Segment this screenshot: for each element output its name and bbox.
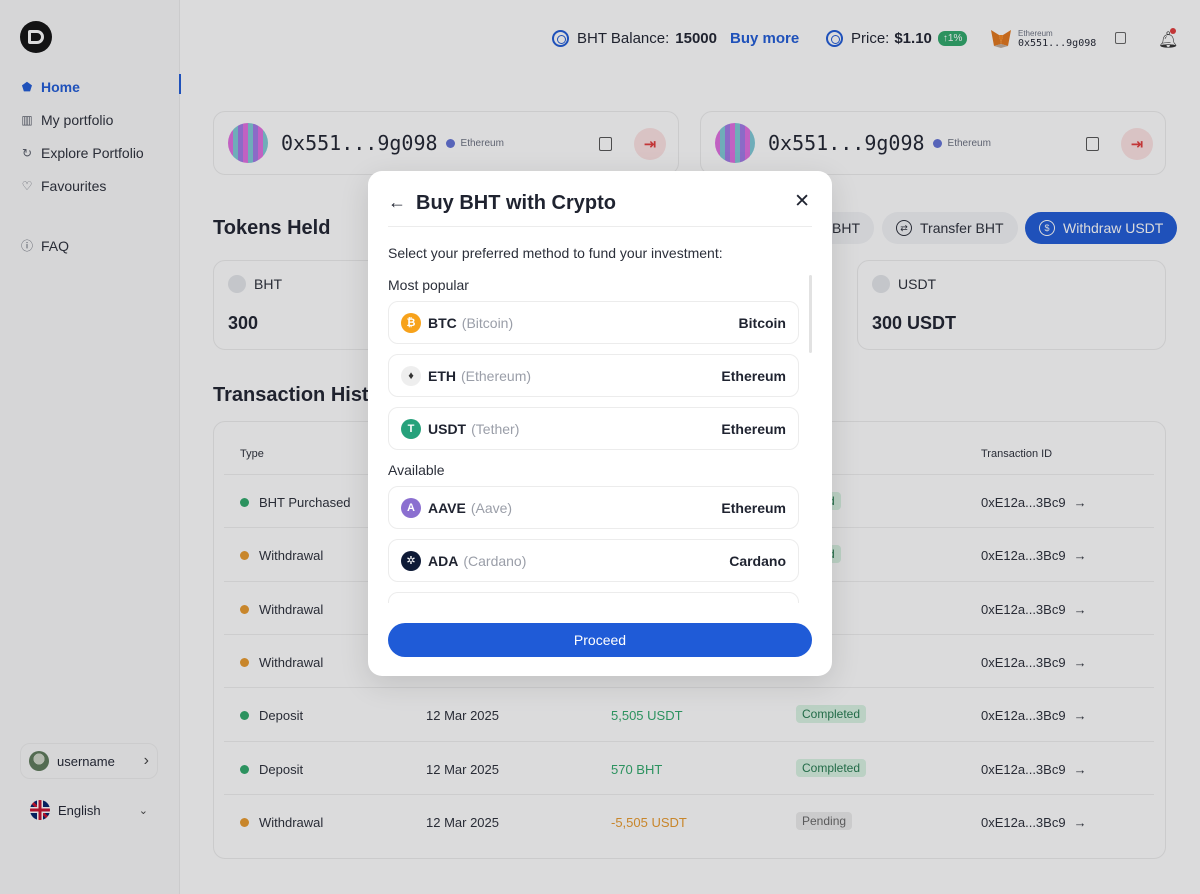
modal-header: ← Buy BHT with Crypto ✕ [388, 191, 812, 227]
coin-network: Ethereum [721, 420, 786, 437]
modal-title: Buy BHT with Crypto [416, 192, 616, 214]
coin-network: Bitcoin [738, 314, 786, 331]
coin-symbol: ETH [428, 367, 456, 384]
scrollbar[interactable] [809, 275, 812, 353]
back-arrow-icon[interactable]: ← [388, 191, 406, 213]
coin-symbol: USDT [428, 420, 467, 437]
coin-option-aave[interactable]: A AAVE (Aave) Ethereum [388, 486, 799, 529]
coin-name: (Cardano) [463, 552, 527, 569]
coin-network: Ethereum [721, 499, 786, 516]
proceed-button[interactable]: Proceed [388, 623, 812, 657]
aave-coin-icon: A [401, 497, 421, 518]
usdt-coin-icon: T [401, 418, 421, 439]
coin-network: Cardano [729, 552, 786, 569]
coin-option-btc[interactable]: ₿ BTC (Bitcoin) Bitcoin [388, 301, 799, 344]
coin-name: (Tether) [471, 420, 520, 437]
group-label-most-popular: Most popular [388, 277, 469, 293]
buy-bht-modal: ← Buy BHT with Crypto ✕ Select your pref… [368, 171, 832, 676]
coin-option-usdt[interactable]: T USDT (Tether) Ethereum [388, 407, 799, 450]
close-icon[interactable]: ✕ [794, 191, 810, 213]
coin-symbol: BTC [428, 314, 457, 331]
coin-name: (Bitcoin) [461, 314, 514, 331]
coin-option-eth[interactable]: ♦ ETH (Ethereum) Ethereum [388, 354, 799, 397]
group-label-available: Available [388, 462, 445, 478]
modal-subtitle: Select your preferred method to fund you… [388, 245, 723, 261]
ada-coin-icon: ✲ [401, 550, 421, 571]
coin-option-ada[interactable]: ✲ ADA (Cardano) Cardano [388, 539, 799, 582]
coin-symbol: AAVE [428, 499, 466, 516]
coin-name: (Aave) [470, 499, 513, 516]
eth-coin-icon: ♦ [401, 365, 421, 386]
coin-symbol: ADA [428, 552, 459, 569]
btc-coin-icon: ₿ [401, 312, 421, 333]
coin-name: (Ethereum) [461, 367, 532, 384]
coin-network: Ethereum [721, 367, 786, 384]
coin-option[interactable] [388, 592, 799, 603]
payment-method-list[interactable]: Most popular ₿ BTC (Bitcoin) Bitcoin ♦ ETH (Et… [388, 275, 812, 603]
